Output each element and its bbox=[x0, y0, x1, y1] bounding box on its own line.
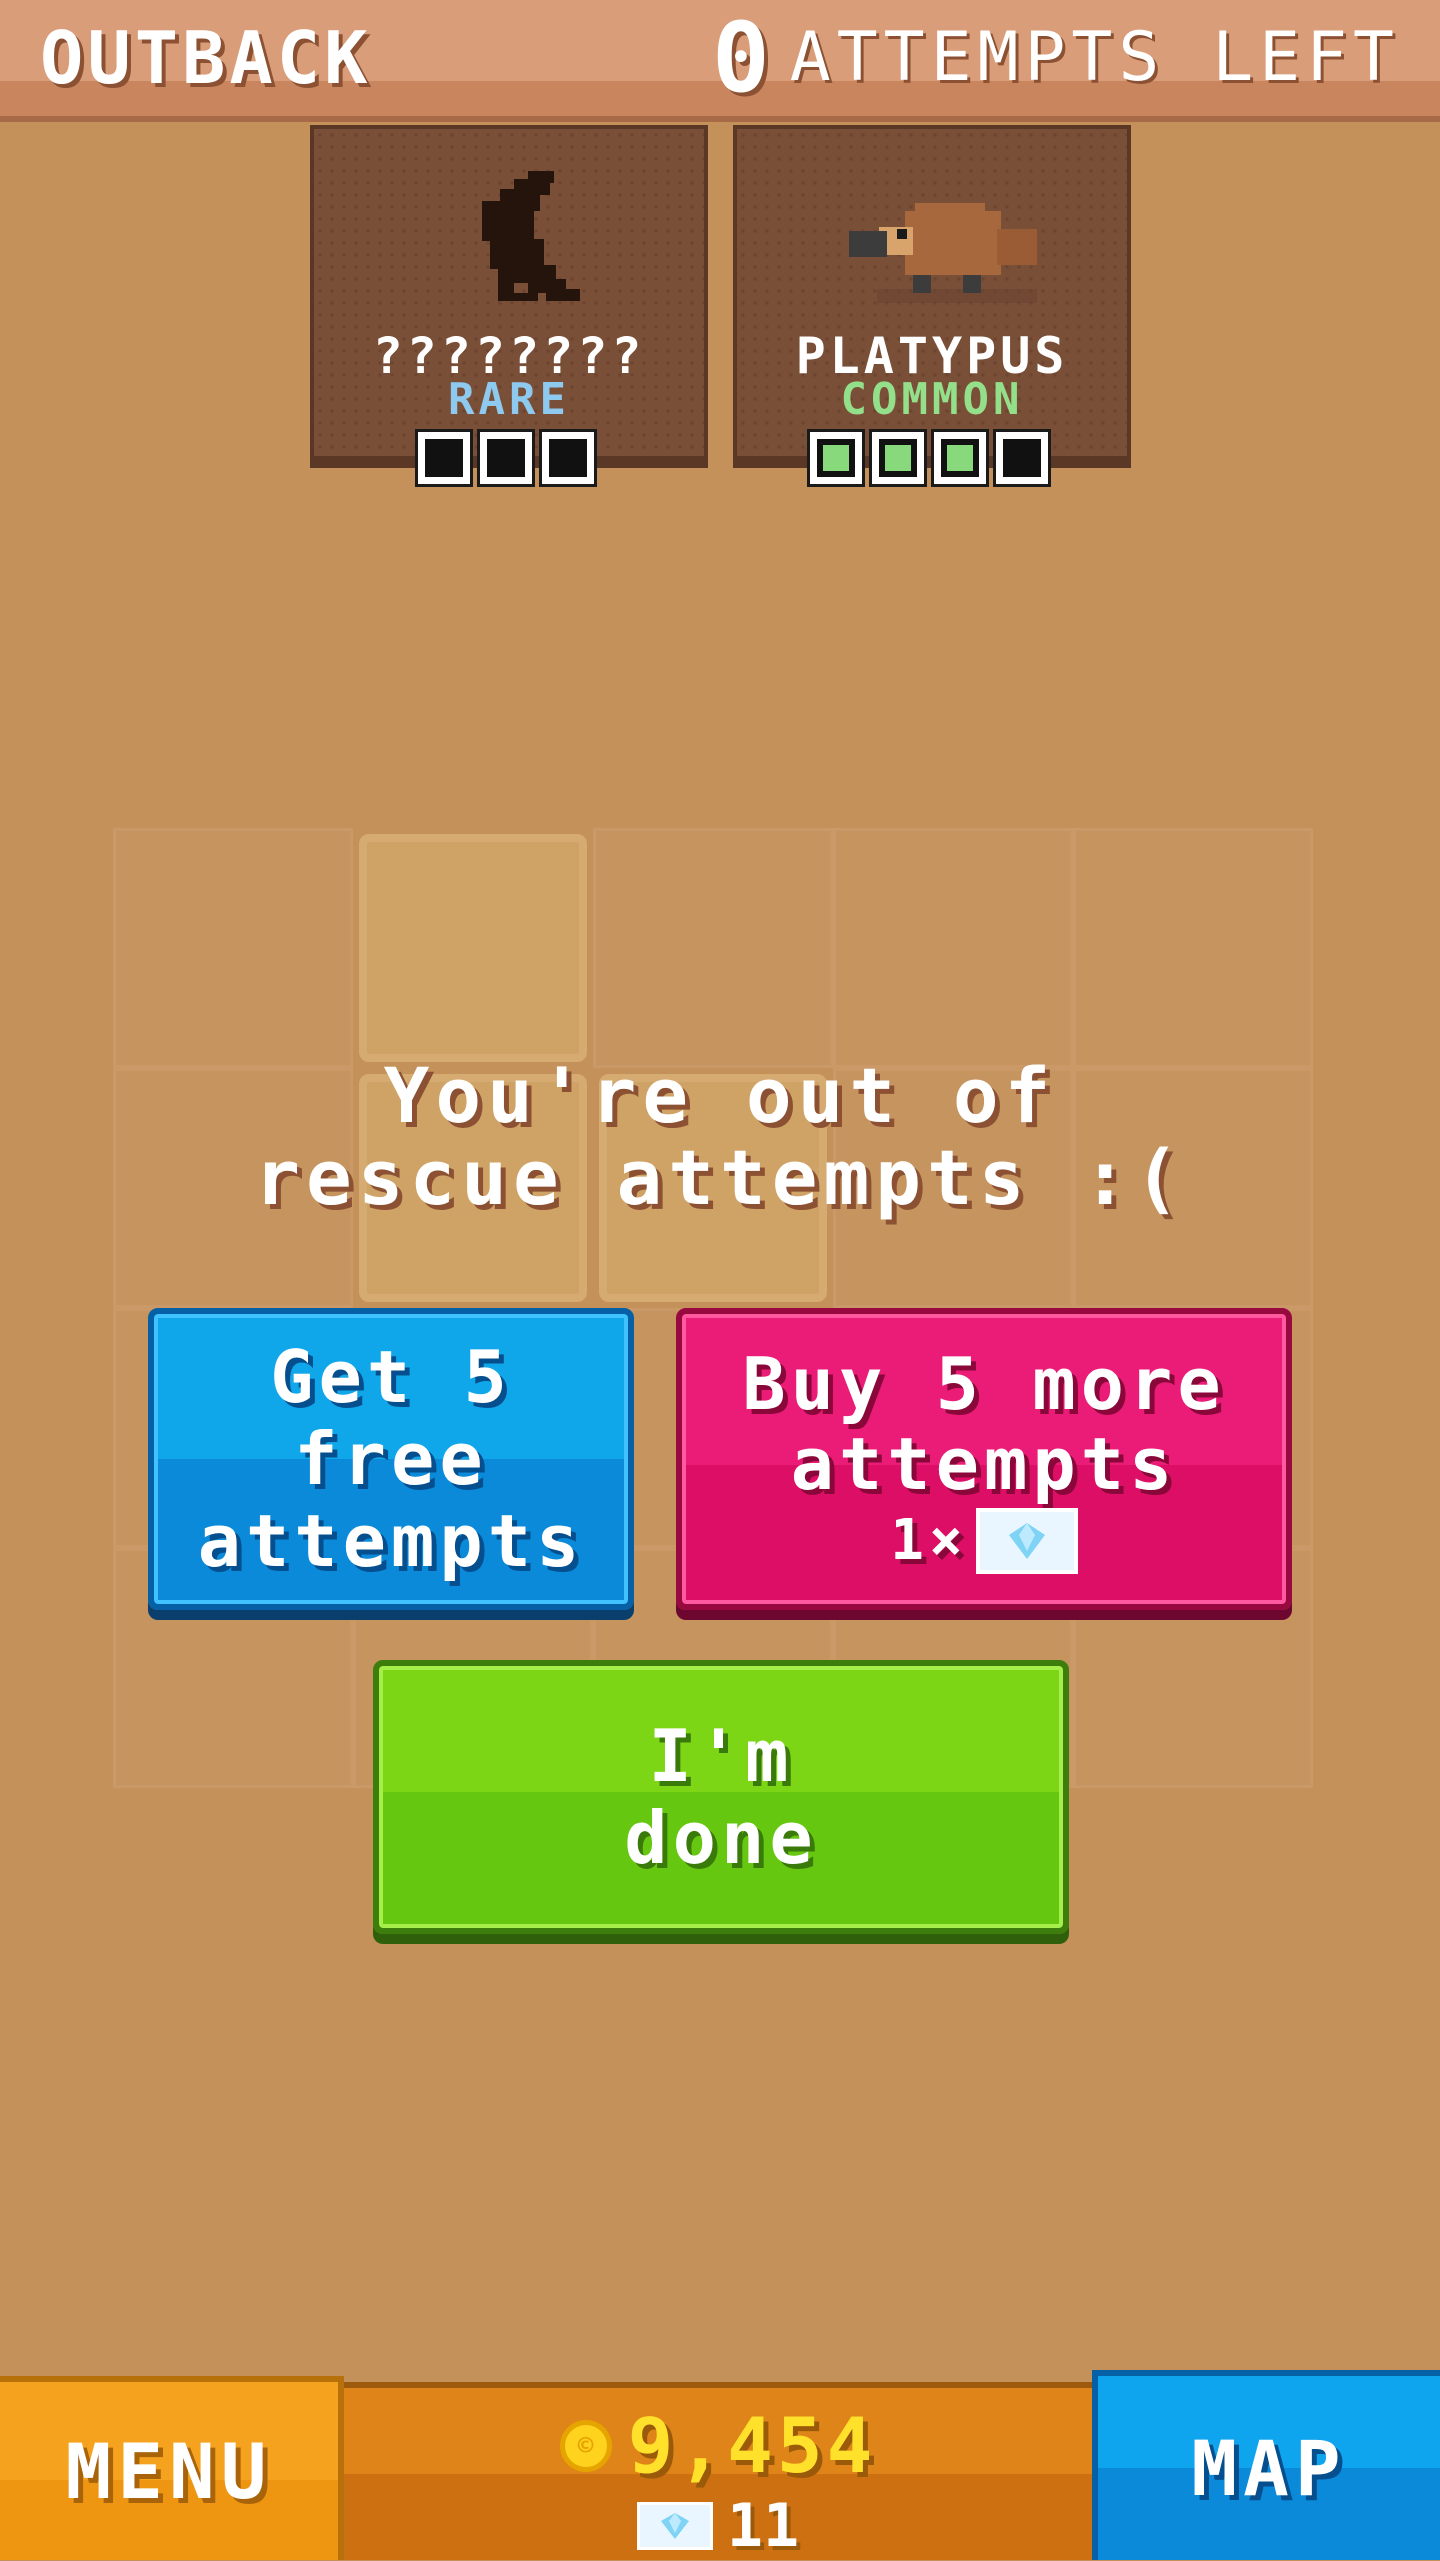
pip-filled bbox=[869, 429, 927, 487]
button-label: Get 5 free bbox=[270, 1335, 512, 1501]
message-line: You're out of bbox=[383, 1051, 1057, 1140]
region-title: OUTBACK bbox=[40, 16, 372, 100]
pip-empty bbox=[415, 429, 473, 487]
button-label: attempts bbox=[790, 1422, 1178, 1506]
top-bar: OUTBACK 0 ATTEMPTS LEFT bbox=[0, 0, 1440, 122]
cost-row: 1× bbox=[890, 1508, 1078, 1574]
animal-card-unknown[interactable]: ???????? RARE bbox=[310, 125, 708, 460]
bottom-bar: MENU © 9,454 11 MAP bbox=[0, 2370, 1440, 2560]
currency-panel: © 9,454 11 bbox=[344, 2382, 1092, 2560]
grid-cell bbox=[1073, 828, 1313, 1068]
get-free-attempts-button[interactable]: Get 5 free attempts bbox=[148, 1308, 634, 1610]
coin-balance: © 9,454 bbox=[344, 2408, 1092, 2484]
grid-cell bbox=[833, 828, 1073, 1068]
card-rarity: COMMON bbox=[840, 374, 1024, 425]
gem-balance: 11 bbox=[344, 2496, 1092, 2556]
gem-count: 11 bbox=[726, 2491, 800, 2561]
attempts-count: 0 bbox=[711, 2, 770, 114]
coin-count: 9,454 bbox=[627, 2401, 877, 2490]
grid-cell bbox=[113, 828, 353, 1068]
animal-card-platypus[interactable]: PLATYPUS COMMON bbox=[733, 125, 1131, 460]
im-done-button[interactable]: I'm done bbox=[373, 1660, 1069, 1934]
map-button[interactable]: MAP bbox=[1092, 2370, 1440, 2560]
out-of-attempts-message: You're out of rescue attempts :( bbox=[0, 1055, 1440, 1219]
attempts-indicator: 0 ATTEMPTS LEFT bbox=[712, 10, 1400, 106]
buy-attempts-button[interactable]: Buy 5 more attempts 1× bbox=[676, 1308, 1292, 1610]
button-label: attempts bbox=[197, 1499, 585, 1583]
menu-button[interactable]: MENU bbox=[0, 2376, 344, 2560]
progress-pips-unknown bbox=[415, 429, 597, 487]
cost-amount: 1× bbox=[890, 1508, 968, 1573]
pip-empty bbox=[539, 429, 597, 487]
platypus-icon bbox=[737, 149, 1127, 339]
gem-icon bbox=[636, 2502, 713, 2550]
message-line: rescue attempts :( bbox=[254, 1133, 1186, 1222]
pip-empty bbox=[993, 429, 1051, 487]
card-rarity: RARE bbox=[448, 374, 570, 425]
progress-pips-platypus bbox=[807, 429, 1051, 487]
button-label: I'm bbox=[648, 1714, 794, 1798]
coin-icon: © bbox=[559, 2420, 612, 2472]
button-label: done bbox=[624, 1796, 818, 1880]
grid-cell bbox=[593, 828, 833, 1068]
silhouette-bird-icon bbox=[314, 149, 704, 339]
pip-filled bbox=[931, 429, 989, 487]
attempts-label: ATTEMPTS LEFT bbox=[789, 18, 1400, 97]
button-label: Buy 5 more bbox=[742, 1342, 1226, 1426]
gem-icon bbox=[975, 1508, 1078, 1574]
pip-empty bbox=[477, 429, 535, 487]
pip-filled bbox=[807, 429, 865, 487]
grid-cell bbox=[359, 834, 587, 1062]
